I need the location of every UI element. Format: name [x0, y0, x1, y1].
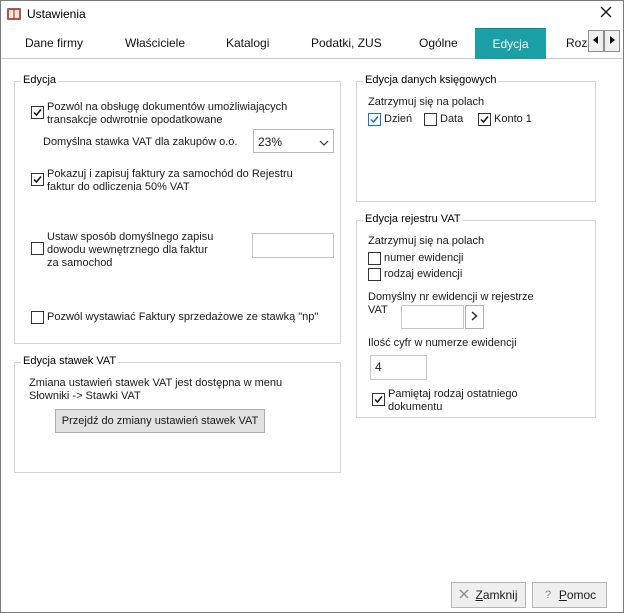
- car-register-checkbox[interactable]: [31, 173, 44, 186]
- tab-wlasciciele[interactable]: Właściciele: [125, 28, 185, 59]
- reverse-charge-checkbox[interactable]: [31, 106, 44, 119]
- edycja-legend: Edycja: [21, 74, 59, 86]
- field-dzien-checkbox[interactable]: [368, 113, 381, 126]
- ksiegowe-stop-label: Zatrzymuj się na polach: [368, 96, 485, 108]
- settings-window: Ustawienia Dane firmy Właściciele Katalo…: [0, 0, 624, 613]
- remember-doc-type-checkbox[interactable]: [372, 393, 385, 406]
- np-invoice-label: Pozwól wystawiać Faktury sprzedażowe ze …: [47, 311, 319, 323]
- close-window-button[interactable]: [589, 1, 623, 27]
- help-button[interactable]: ? Pomoc: [532, 582, 607, 608]
- tab-podatki-zus[interactable]: Podatki, ZUS: [311, 28, 382, 59]
- close-button[interactable]: Zamknij: [451, 582, 526, 608]
- arrow-right-icon: [609, 36, 615, 46]
- internal-doc-input[interactable]: [252, 233, 334, 258]
- tab-rozne[interactable]: Roz: [566, 28, 587, 59]
- chevron-right-icon: [471, 310, 478, 324]
- np-invoice-checkbox[interactable]: [31, 311, 44, 324]
- field-numer-ewidencji-checkbox[interactable]: [368, 252, 381, 265]
- arrow-left-icon: [593, 36, 599, 46]
- tab-scroll-right-button[interactable]: [604, 30, 620, 52]
- field-dzien-label: Dzień: [384, 113, 413, 125]
- reverse-charge-label: Pozwól na obsługę dokumentów umożliwiają…: [47, 101, 288, 126]
- remember-doc-type-label: Pamiętaj rodzaj ostatniego dokumentu: [388, 388, 518, 413]
- field-konto-1-label: Konto 1: [494, 113, 532, 125]
- vat-rate-select[interactable]: 23%: [253, 129, 334, 153]
- digits-label: Ilość cyfr w numerze ewidencji: [368, 337, 517, 349]
- title-bar: Ustawienia: [1, 1, 623, 27]
- field-rodzaj-ewidencji-label: rodzaj ewidencji: [384, 268, 463, 280]
- x-icon: [459, 588, 469, 602]
- field-data-checkbox[interactable]: [424, 113, 437, 126]
- field-konto-1-checkbox[interactable]: [478, 113, 491, 126]
- tab-dane-firmy[interactable]: Dane firmy: [25, 28, 83, 59]
- ksiegowe-legend: Edycja danych księgowych: [363, 74, 499, 86]
- close-icon: [600, 5, 612, 23]
- rejestr-vat-legend: Edycja rejestru VAT: [363, 213, 463, 225]
- field-rodzaj-ewidencji-checkbox[interactable]: [368, 268, 381, 281]
- digits-input[interactable]: 4: [370, 355, 427, 380]
- svg-text:?: ?: [545, 589, 551, 600]
- default-nr-picker-button[interactable]: [465, 305, 484, 329]
- tab-scroll-left-button[interactable]: [588, 30, 604, 52]
- car-register-label: Pokazuj i zapisuj faktury za samochód do…: [47, 168, 293, 193]
- field-numer-ewidencji-label: numer ewidencji: [384, 252, 464, 264]
- stawki-vat-legend: Edycja stawek VAT: [21, 355, 119, 367]
- chevron-down-icon: [319, 136, 329, 150]
- help-button-label: Pomoc: [558, 588, 597, 602]
- go-to-vat-rates-button[interactable]: Przejdź do zmiany ustawień stawek VAT: [55, 409, 265, 433]
- window-title: Ustawienia: [27, 7, 86, 21]
- field-data-label: Data: [440, 113, 464, 125]
- internal-doc-checkbox[interactable]: [31, 242, 44, 255]
- vat-rate-value: 23%: [258, 135, 283, 149]
- tab-katalogi[interactable]: Katalogi: [226, 28, 269, 59]
- tab-ogolne[interactable]: Ogólne: [419, 28, 458, 59]
- internal-doc-label: Ustaw sposób domyślnego zapisu dowodu we…: [47, 231, 214, 269]
- vat-rate-label: Domyślna stawka VAT dla zakupów o.o.: [43, 136, 238, 148]
- book-icon: [6, 6, 22, 22]
- question-icon: ?: [543, 588, 553, 603]
- default-nr-input[interactable]: [401, 305, 464, 329]
- stawki-vat-info: Zmiana ustawień stawek VAT jest dostępna…: [29, 377, 283, 402]
- rejestr-stop-label: Zatrzymuj się na polach: [368, 235, 485, 247]
- tab-bar: Dane firmy Właściciele Katalogi Podatki,…: [1, 28, 623, 59]
- tab-edycja[interactable]: Edycja: [475, 28, 546, 59]
- close-button-label: Zamknij: [475, 588, 518, 602]
